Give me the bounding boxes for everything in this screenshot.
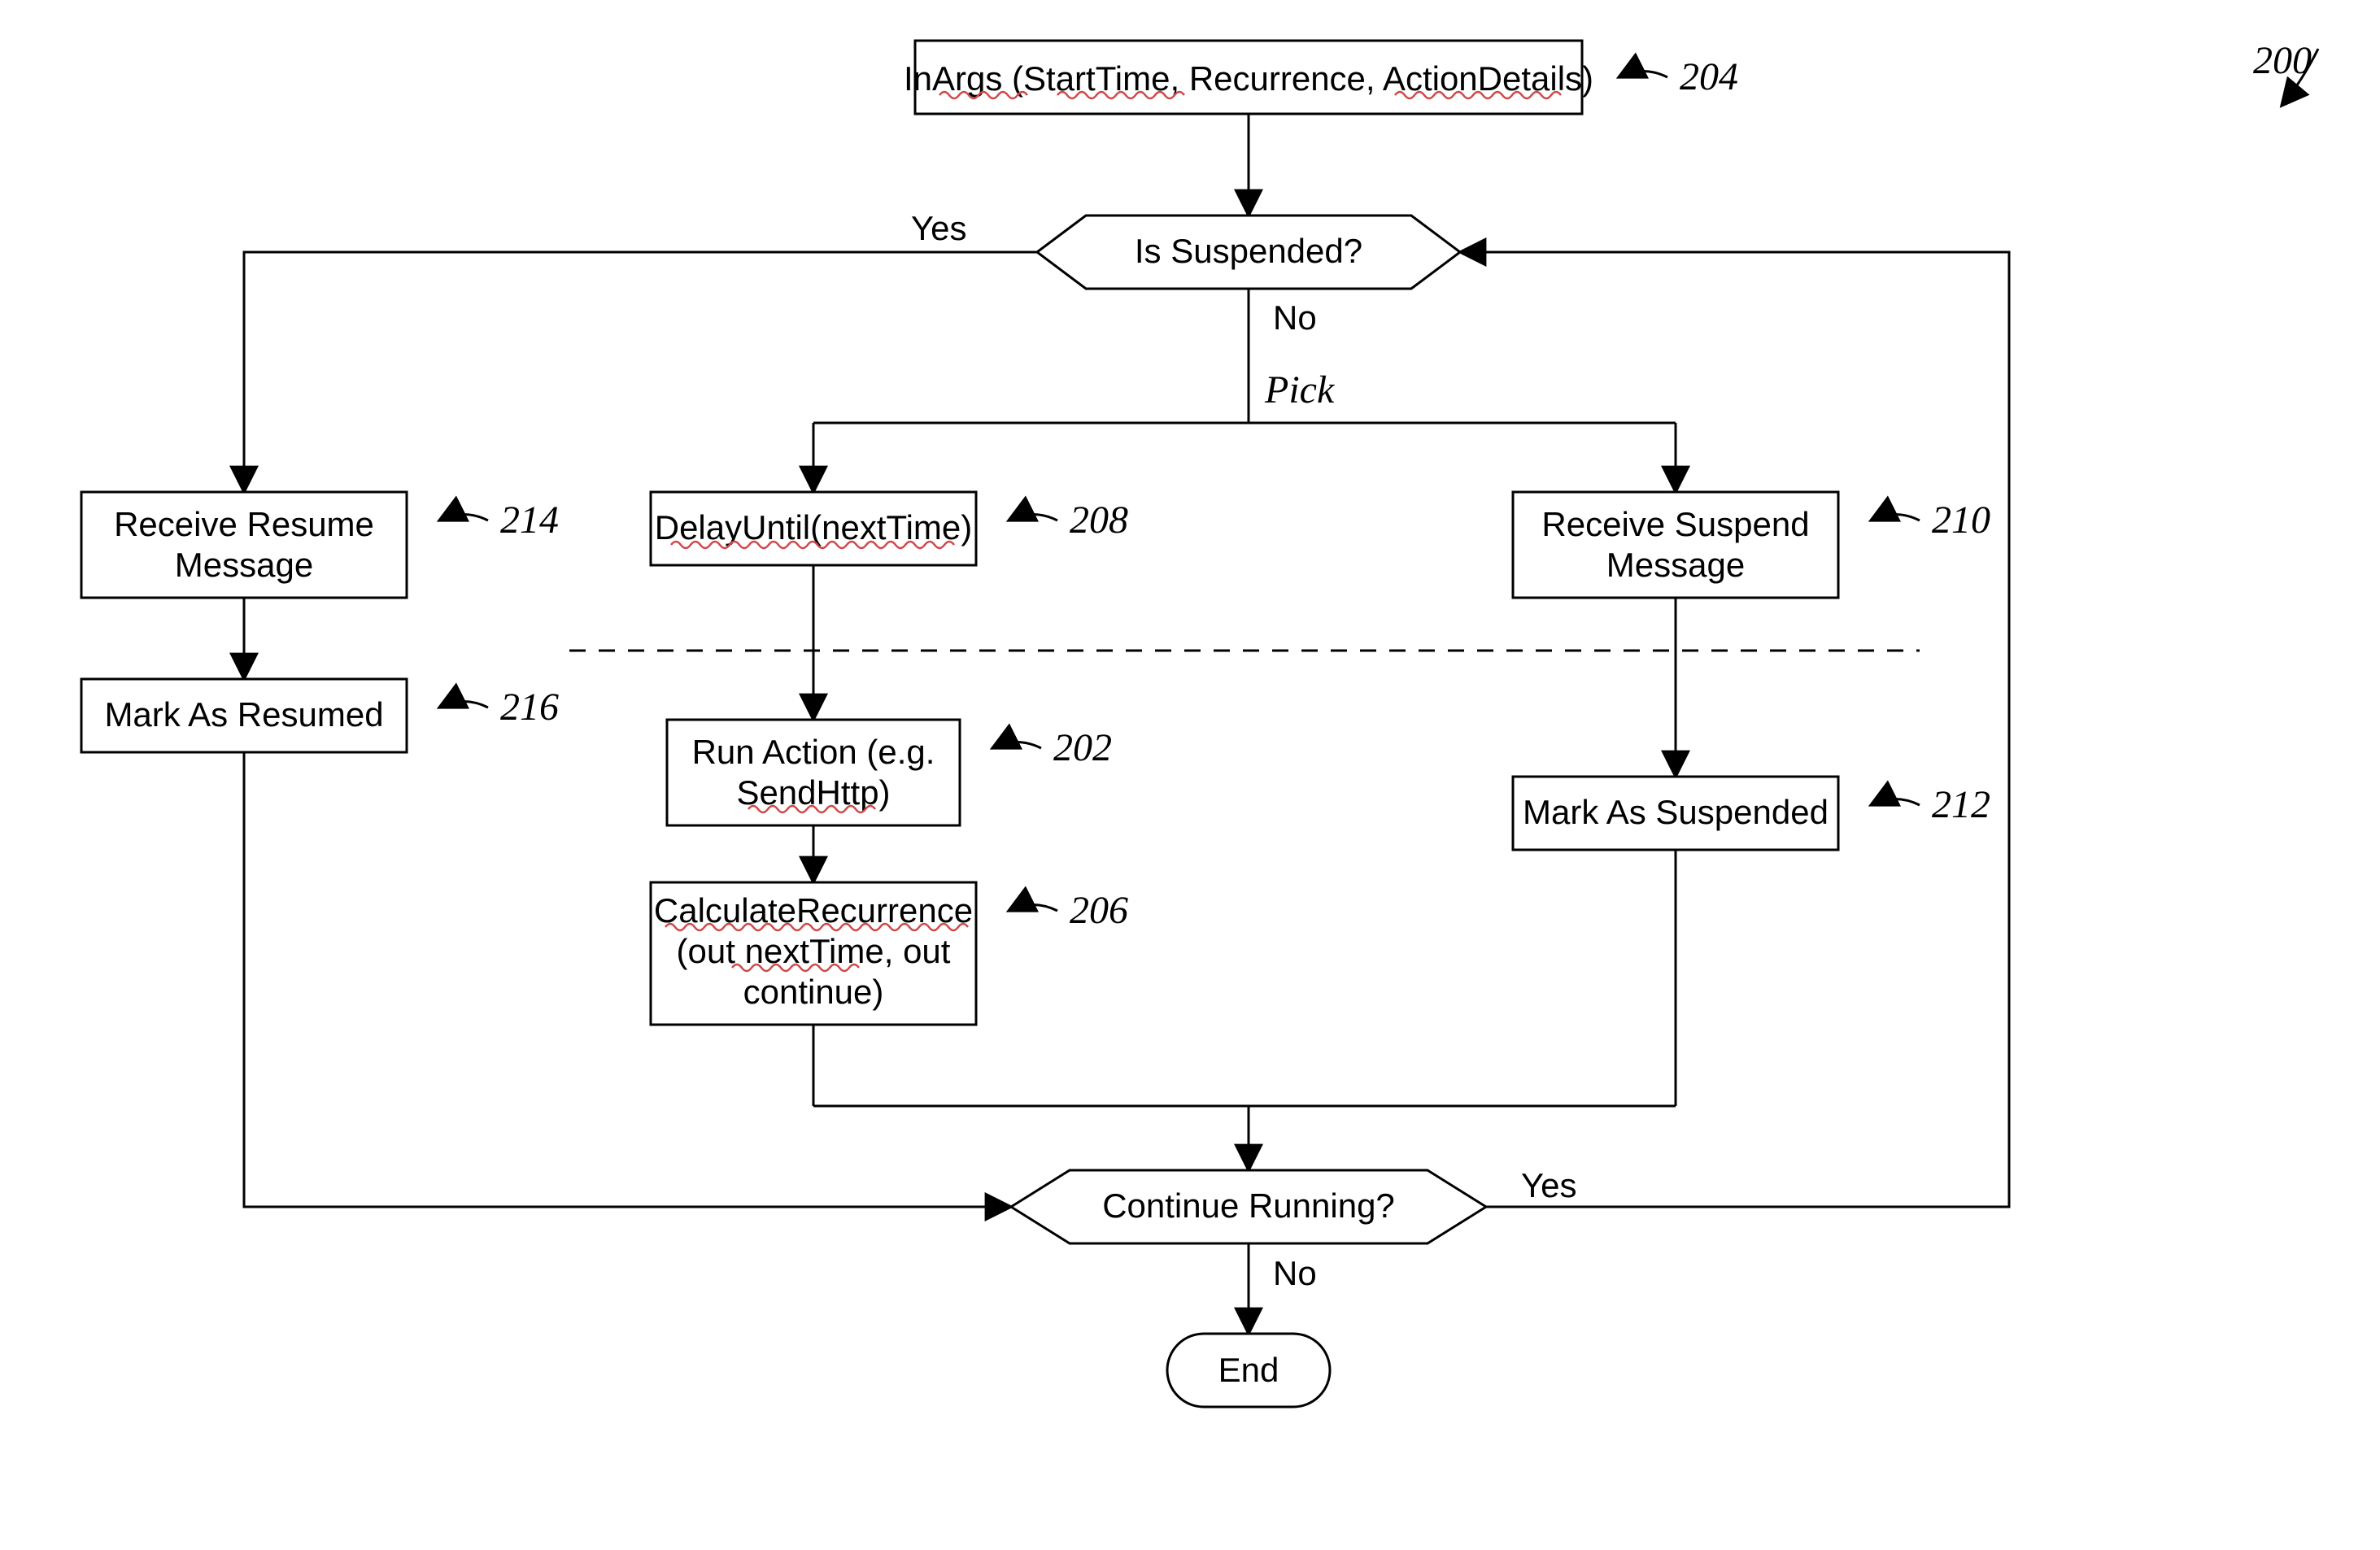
ref-212: 212 [1932,783,1990,826]
ref-arrow-216 [439,702,488,708]
is-suspended-text: Is Suspended? [1135,232,1362,270]
ref-204: 204 [1680,55,1738,98]
continue-text: Continue Running? [1102,1186,1395,1225]
node-continue-running: Continue Running? [1011,1170,1486,1243]
edge-suspended-yes [244,252,1037,492]
ref-208: 208 [1070,499,1128,542]
recvsuspend-line2: Message [1606,546,1745,584]
ref-214: 214 [500,499,559,542]
ref-arrow-204 [1619,72,1667,78]
calc-line3: continue) [743,973,884,1011]
end-text: End [1218,1351,1279,1389]
label-pick: Pick [1264,368,1336,411]
label-no-continue: No [1273,1254,1317,1292]
label-yes-continue: Yes [1521,1166,1577,1204]
label-no-suspended: No [1273,298,1317,337]
mark-resumed-text: Mark As Resumed [104,695,383,734]
label-yes-suspended: Yes [911,209,967,247]
ref-202: 202 [1053,726,1112,769]
node-run-action: Run Action (e.g. SendHttp) [667,720,960,825]
node-delay-until: DelayUntil(nextTime) [651,492,976,565]
ref-210: 210 [1932,499,1990,542]
ref-arrow-212 [1871,799,1920,806]
ref-arrow-214 [439,515,488,521]
node-mark-suspended: Mark As Suspended [1513,777,1838,850]
flowchart: 200 InArgs (StartTime, Recurrence, Actio… [0,0,2380,1550]
inargs-text: InArgs (StartTime, Recurrence, ActionDet… [904,59,1593,98]
node-is-suspended: Is Suspended? [1037,216,1460,289]
node-receive-suspend: Receive Suspend Message [1513,492,1838,598]
node-mark-resumed: Mark As Resumed [81,679,407,752]
ref-arrow-202 [992,742,1041,749]
ref-arrow-210 [1871,515,1920,521]
node-calc-recurrence: CalculateRecurrence (out nextTime, out c… [651,882,976,1025]
marksuspended-text: Mark As Suspended [1523,793,1829,831]
edge-continue-yes-loop [1460,252,2009,1207]
receive-resume-line1: Receive Resume [114,505,374,543]
ref-206: 206 [1070,889,1128,932]
ref-216: 216 [500,686,559,729]
ref-arrow-206 [1009,905,1057,912]
runaction-line1: Run Action (e.g. [692,733,935,771]
node-inargs: InArgs (StartTime, Recurrence, ActionDet… [904,41,1593,114]
node-receive-resume: Receive Resume Message [81,492,407,598]
receive-resume-line2: Message [175,546,313,584]
ref-arrow-208 [1009,515,1057,521]
node-end: End [1167,1334,1330,1407]
recvsuspend-line1: Receive Suspend [1541,505,1809,543]
